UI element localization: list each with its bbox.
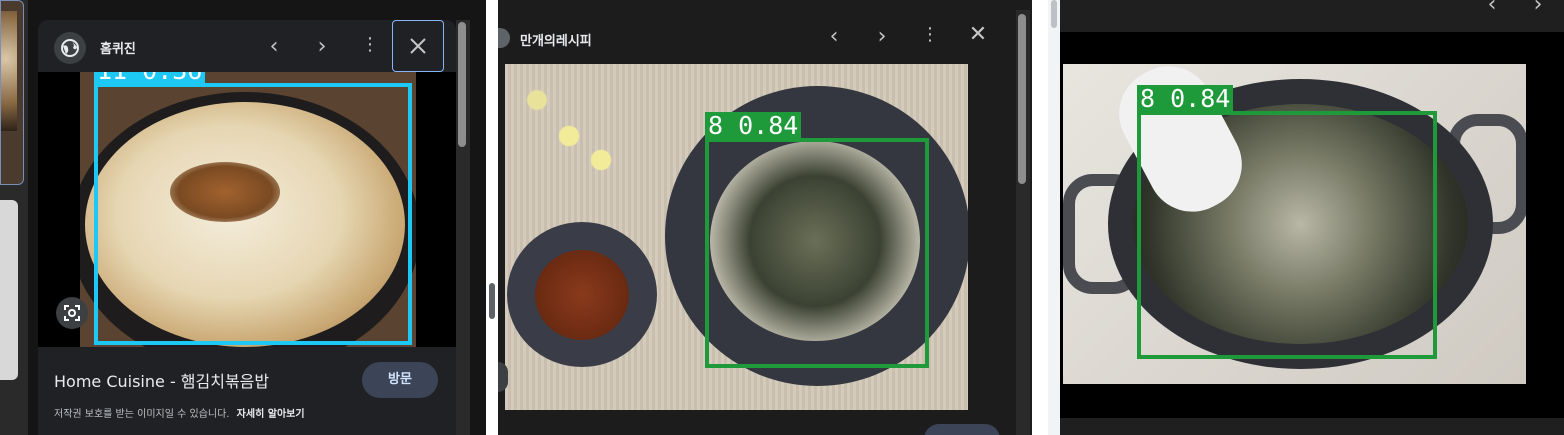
footer-3 [1060,418,1564,435]
close-icon [410,38,426,54]
close-button[interactable] [392,20,444,72]
scrollbar-thumb-2[interactable] [1018,14,1026,184]
image-preview-panel-3: ‹ › 8 0.84 [1060,0,1564,435]
chevron-left-icon[interactable]: ‹ [262,36,286,58]
lens-search-button[interactable] [56,297,88,329]
preview-image-1[interactable]: 11 0.36 [38,72,456,347]
chevron-right-icon[interactable]: › [870,26,894,48]
visit-button-label: 방문 [388,372,412,387]
image-preview-panel-1: 홈퀴진 ‹ › ⋮ 11 0.36 Ho [28,0,486,435]
detection-box-2 [705,138,929,368]
sauce-bowl [507,222,657,367]
divider-2 [1032,0,1048,435]
divider-1 [486,0,498,435]
detection-box-3 [1137,111,1437,359]
thumbnail-partial-2[interactable] [0,200,18,380]
globe-icon [61,39,79,57]
site-name-2[interactable]: 만개의레시피 [520,30,592,49]
flowers-decoration [505,64,665,184]
copyright-text: 저작권 보호를 받는 이미지일 수 있습니다. [54,409,230,420]
chevron-left-icon[interactable]: ‹ [822,26,846,48]
image-preview-panel-2: 만개의레시피 ‹ › ⋮ ✕ 8 0.84 [498,0,1032,435]
visit-button[interactable]: 방문 [362,362,438,398]
resize-handle-2[interactable] [1048,0,1060,435]
detection-label-1: 11 0.36 [94,72,206,85]
copyright-notice: 저작권 보호를 받는 이미지일 수 있습니다. 자세히 알아보기 [54,405,305,420]
site-favicon [54,32,86,64]
chevron-right-icon[interactable]: › [1526,0,1550,16]
preview-image-2[interactable]: 8 0.84 [505,64,968,410]
left-edge-strip [0,0,28,435]
detection-label-3: 8 0.84 [1137,85,1234,113]
thumbnail-partial-1[interactable] [0,0,24,185]
site-favicon-2 [498,28,510,48]
chevron-right-icon[interactable]: › [310,36,334,58]
close-icon[interactable]: ✕ [966,24,990,46]
site-name[interactable]: 홈퀴진 [100,38,136,57]
caption-title[interactable]: Home Cuisine - 햄김치볶음밥 [54,368,269,392]
chevron-left-icon[interactable]: ‹ [1480,0,1504,16]
preview-image-3[interactable]: 8 0.84 [1063,64,1526,384]
detection-label-2: 8 0.84 [705,112,802,140]
learn-more-link[interactable]: 자세히 알아보기 [237,409,305,420]
more-vert-icon[interactable]: ⋮ [918,24,942,46]
lens-icon [64,305,80,321]
scrollbar-thumb-1[interactable] [458,22,466,147]
detection-box-1 [94,83,412,345]
preview-card-1: 홈퀴진 ‹ › ⋮ 11 0.36 Ho [38,20,456,435]
more-vert-icon[interactable]: ⋮ [358,34,382,56]
resize-handle-1[interactable] [489,283,495,319]
visit-button-partial[interactable] [924,424,1000,435]
